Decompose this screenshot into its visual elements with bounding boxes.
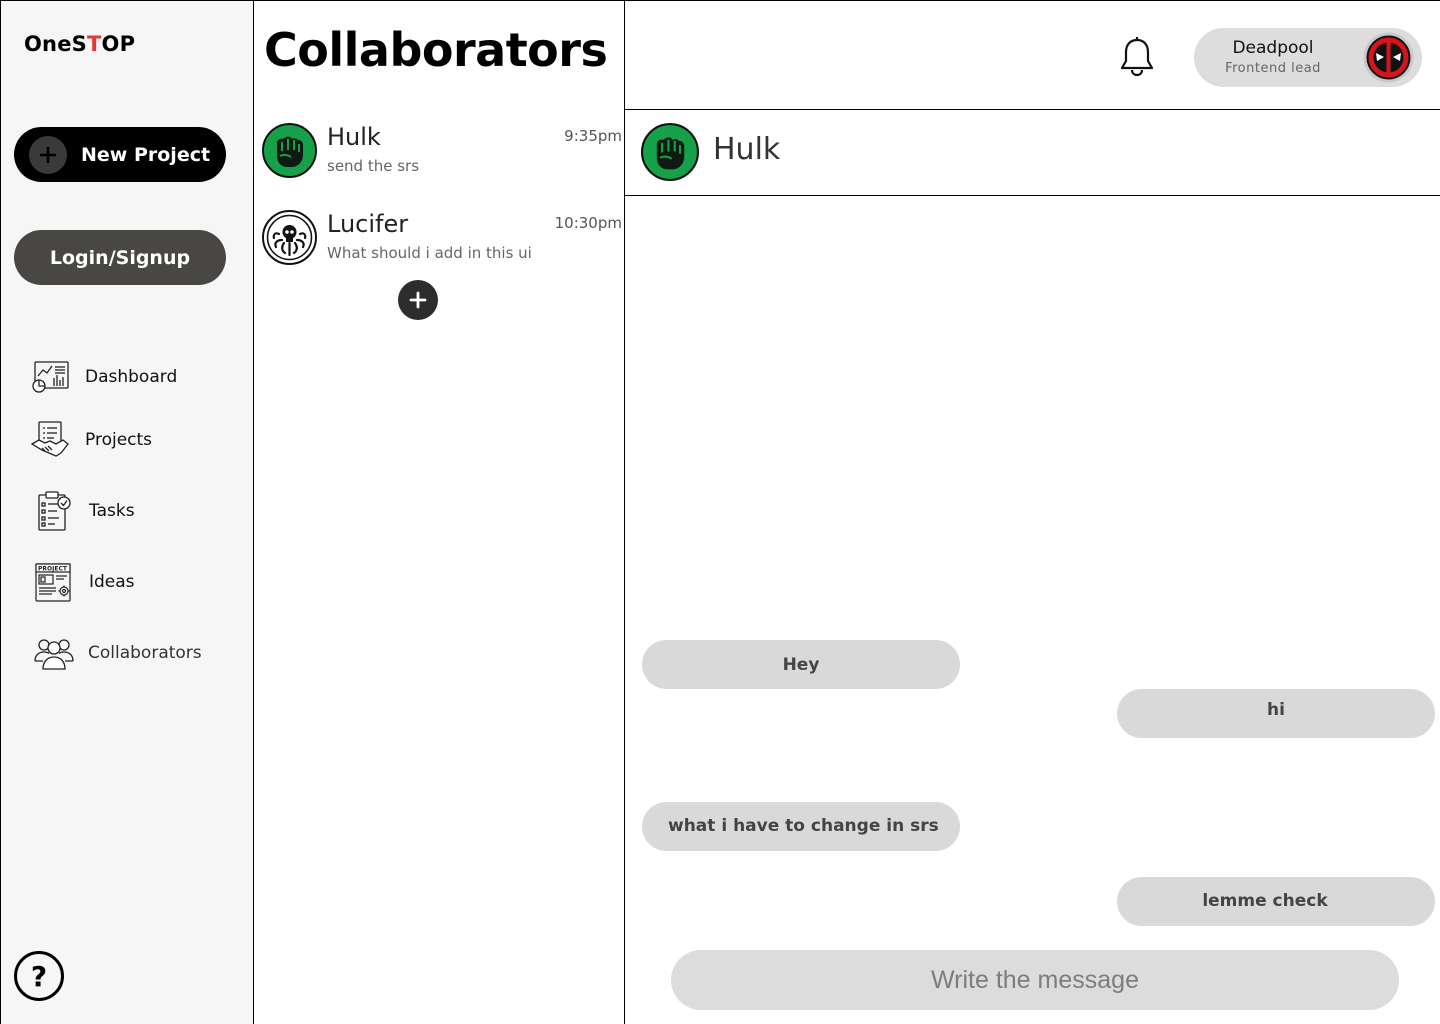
clipboard-checklist-icon	[33, 490, 75, 532]
contact-name: Hulk	[327, 123, 381, 151]
deadpool-mask-avatar	[1363, 32, 1414, 83]
message-input[interactable]	[671, 950, 1399, 1010]
user-name: Deadpool	[1232, 38, 1314, 58]
help-button[interactable]: ?	[14, 951, 64, 1001]
svg-text:PROJECT: PROJECT	[38, 566, 68, 573]
sidebar-item-collaborators[interactable]: Collaborators	[33, 632, 202, 674]
user-role: Frontend lead	[1225, 61, 1321, 76]
sidebar-item-projects[interactable]: Projects	[29, 419, 152, 461]
top-bar: Deadpool Frontend lead	[625, 0, 1440, 110]
project-ideas-icon: PROJECT	[33, 561, 75, 603]
message-bubble-sent: lemme check	[1117, 877, 1435, 926]
page-title: Collaborators	[264, 23, 608, 77]
app-logo[interactable]: OneSTOP	[24, 32, 135, 56]
logo-text-suffix: OP	[101, 32, 136, 56]
contact-time: 10:30pm	[554, 214, 622, 232]
dashboard-icon	[29, 356, 71, 398]
sidebar-item-label: Dashboard	[85, 367, 178, 387]
chat-contact-name: Hulk	[713, 132, 781, 167]
collaborators-panel: Collaborators Hulk send the srs 9:35pm L…	[254, 0, 625, 1024]
login-signup-button[interactable]: Login/Signup	[14, 230, 226, 285]
hulk-fist-avatar	[262, 123, 317, 178]
sidebar: OneSTOP New Project Login/Signup Dashboa…	[0, 0, 254, 1024]
plus-icon	[29, 135, 67, 174]
people-group-icon	[33, 632, 75, 674]
sidebar-item-label: Ideas	[89, 572, 135, 592]
user-profile-chip[interactable]: Deadpool Frontend lead	[1194, 28, 1422, 87]
hulk-fist-avatar[interactable]	[641, 123, 699, 181]
logo-text-prefix: OneS	[24, 32, 87, 56]
message-bubble-received: what i have to change in srs	[642, 802, 960, 851]
contact-name: Lucifer	[327, 210, 409, 238]
sidebar-item-label: Projects	[85, 430, 153, 450]
contact-list-item-hulk[interactable]: Hulk send the srs 9:35pm	[262, 123, 624, 185]
sidebar-item-label: Tasks	[89, 501, 135, 521]
chat-header: Hulk	[625, 110, 1440, 196]
new-project-button[interactable]: New Project	[14, 127, 226, 182]
sidebar-item-label: Collaborators	[88, 643, 202, 663]
handshake-icon	[29, 419, 71, 461]
new-project-label: New Project	[81, 143, 211, 166]
hydra-skull-avatar	[262, 210, 317, 265]
message-bubble-sent: hi	[1117, 689, 1435, 738]
add-collaborator-button[interactable]	[398, 280, 438, 320]
contact-list-item-lucifer[interactable]: Lucifer What should i add in this ui 10:…	[262, 210, 624, 272]
plus-icon	[409, 291, 427, 309]
contact-time: 9:35pm	[564, 127, 622, 145]
contact-preview: send the srs	[327, 157, 420, 175]
contact-preview: What should i add in this ui	[327, 244, 532, 262]
sidebar-item-tasks[interactable]: Tasks	[33, 490, 135, 532]
sidebar-item-dashboard[interactable]: Dashboard	[29, 356, 177, 398]
sidebar-item-ideas[interactable]: PROJECT Ideas	[33, 561, 135, 603]
logo-text-accent: T	[86, 32, 102, 56]
bell-icon[interactable]	[1117, 35, 1157, 79]
message-bubble-received: Hey	[642, 640, 960, 689]
